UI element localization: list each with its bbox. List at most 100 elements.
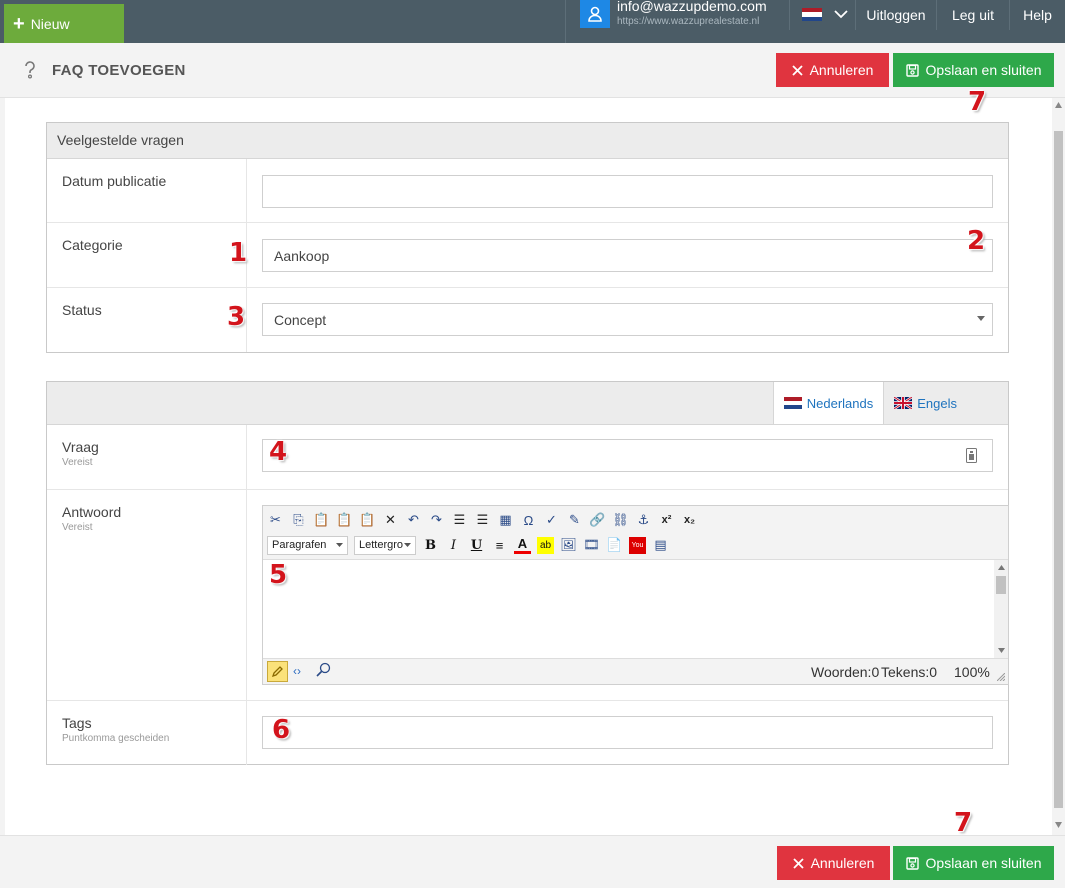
char-count: Tekens:0 xyxy=(881,664,938,680)
user-email: info@wazzupdemo.com xyxy=(617,0,767,14)
save-close-button-top[interactable]: Opslaan en sluiten xyxy=(893,53,1054,87)
font-size-select[interactable]: Lettergro xyxy=(354,535,416,555)
cancel-button-top[interactable]: Annuleren xyxy=(776,53,889,87)
field-info-icon[interactable] xyxy=(966,448,977,463)
chevron-down-icon xyxy=(834,10,848,19)
annotation-marker-6: 6 xyxy=(272,715,291,745)
category-label-cell: Categorie xyxy=(47,223,247,287)
find-replace-icon[interactable]: ✎ xyxy=(566,512,583,529)
editor-scrollbar-thumb[interactable] xyxy=(996,576,1006,594)
paste-text-icon[interactable]: 📋 xyxy=(336,512,353,529)
paste-word-icon[interactable]: 📋 xyxy=(359,512,376,529)
save-close-label: Opslaan en sluiten xyxy=(925,855,1042,871)
user-menu[interactable]: info@wazzupdemo.com https://www.wazzupre… xyxy=(565,0,789,43)
dropdown-arrow-icon xyxy=(404,543,411,547)
status-selected-value: Concept xyxy=(274,312,327,328)
annotation-marker-5: 5 xyxy=(269,560,288,590)
help-link[interactable]: Help xyxy=(1009,0,1065,30)
page-header: FAQ TOEVOEGEN Annuleren Opslaan en sluit… xyxy=(0,43,1065,98)
pdf-icon[interactable]: 📄 xyxy=(606,537,623,554)
annotation-marker-3: 3 xyxy=(227,302,246,332)
rich-text-editor: ✂ ⎘ 📋 📋 📋 ✕ ↶ ↷ ☰ ☰ ▦ Ω ✓ ✎ 🔗 ⛓ ⚓ x² x₂ xyxy=(262,505,1009,685)
answer-row: Antwoord Vereist ✂ ⎘ 📋 📋 📋 ✕ ↶ ↷ ☰ ☰ ▦ Ω… xyxy=(47,490,1009,701)
redo-icon[interactable]: ↷ xyxy=(428,512,445,529)
question-row: Vraag Vereist 4 xyxy=(47,425,1008,490)
tab-dutch-label: Nederlands xyxy=(806,395,874,411)
category-field[interactable]: Aankoop xyxy=(262,239,993,272)
tab-english-label: Engels xyxy=(917,395,957,411)
cancel-label: Annuleren xyxy=(809,62,874,78)
answer-editor-area[interactable] xyxy=(263,559,1008,659)
highlight-color-icon[interactable]: ab xyxy=(537,536,554,554)
template-icon[interactable]: ▤ xyxy=(652,537,669,554)
table-icon[interactable]: ▦ xyxy=(497,512,514,529)
status-row: Status Concept 3 xyxy=(47,288,1008,352)
superscript-icon[interactable]: x² xyxy=(658,512,675,529)
zoom-icon[interactable] xyxy=(316,662,331,680)
help-label: Help xyxy=(1023,7,1052,23)
annotation-marker-7-top: 7 xyxy=(968,87,987,117)
status-select[interactable]: Concept xyxy=(262,303,993,336)
subscript-icon[interactable]: x₂ xyxy=(681,512,698,529)
cut-icon[interactable]: ✂ xyxy=(267,512,284,529)
category-label: Categorie xyxy=(62,237,123,253)
close-icon xyxy=(791,64,803,76)
cancel-label: Annuleren xyxy=(810,855,875,871)
annotation-marker-1: 1 xyxy=(229,238,248,268)
resize-handle-icon[interactable] xyxy=(997,673,1005,681)
remove-format-icon[interactable]: ✕ xyxy=(382,512,399,529)
link-icon[interactable]: 🔗 xyxy=(589,512,606,529)
format-select[interactable]: Paragrafen xyxy=(267,535,348,555)
tags-input[interactable] xyxy=(262,716,993,749)
video-icon[interactable]: 🎞 xyxy=(583,537,600,554)
text-color-icon[interactable]: A xyxy=(514,536,531,554)
page-scrollbar[interactable] xyxy=(1052,98,1065,835)
explain-link[interactable]: Leg uit xyxy=(936,0,1009,30)
anchor-icon[interactable]: ⚓ xyxy=(635,512,652,529)
language-selector[interactable] xyxy=(789,0,855,30)
publication-date-label: Datum publicatie xyxy=(62,173,167,189)
save-close-label: Opslaan en sluiten xyxy=(925,62,1042,78)
unlink-icon[interactable]: ⛓ xyxy=(612,512,629,529)
publication-date-label-cell: Datum publicatie xyxy=(47,159,247,222)
publication-date-input[interactable] xyxy=(262,175,993,208)
top-bar: + Nieuw info@wazzupdemo.com https://www.… xyxy=(0,0,1065,43)
uk-flag-icon xyxy=(894,397,913,409)
wysiwyg-mode-icon[interactable] xyxy=(267,661,288,682)
close-icon xyxy=(792,857,804,869)
tags-hint: Puntkomma gescheiden xyxy=(62,733,170,744)
dropdown-arrow-icon xyxy=(977,316,985,321)
editor-scrollbar[interactable] xyxy=(994,560,1008,658)
new-button[interactable]: + Nieuw xyxy=(4,4,124,43)
bold-icon[interactable]: B xyxy=(422,537,439,554)
spellcheck-icon[interactable]: ✓ xyxy=(543,512,560,529)
question-input[interactable] xyxy=(262,439,993,472)
italic-icon[interactable]: I xyxy=(445,537,462,554)
editor-zoom-level: 100% xyxy=(954,664,990,680)
youtube-icon[interactable]: You xyxy=(629,536,646,554)
paste-icon[interactable]: 📋 xyxy=(313,512,330,529)
logout-link[interactable]: Uitloggen xyxy=(855,0,936,30)
tags-row: Tags Puntkomma gescheiden 6 xyxy=(47,701,1008,765)
question-label: Vraag xyxy=(62,439,99,455)
new-button-label: Nieuw xyxy=(30,15,70,32)
tab-english[interactable]: Engels xyxy=(883,382,967,424)
tab-dutch[interactable]: Nederlands xyxy=(772,382,884,424)
logout-label: Uitloggen xyxy=(866,7,926,23)
align-icon[interactable]: ≡ xyxy=(491,537,508,554)
copy-icon[interactable]: ⎘ xyxy=(290,512,307,529)
plus-icon: + xyxy=(13,12,25,35)
bullet-list-icon[interactable]: ☰ xyxy=(474,512,491,529)
underline-icon[interactable]: U xyxy=(468,537,485,554)
page-scrollbar-thumb[interactable] xyxy=(1054,131,1063,808)
numbered-list-icon[interactable]: ☰ xyxy=(451,512,468,529)
annotation-marker-7-bottom: 7 xyxy=(954,808,973,838)
undo-icon[interactable]: ↶ xyxy=(405,512,422,529)
cancel-button-bottom[interactable]: Annuleren xyxy=(777,846,890,880)
special-char-icon[interactable]: Ω xyxy=(520,512,537,529)
answer-label: Antwoord xyxy=(62,504,122,520)
publication-date-row: Datum publicatie xyxy=(47,159,1008,223)
save-close-button-bottom[interactable]: Opslaan en sluiten xyxy=(893,846,1054,880)
source-code-icon[interactable]: ‹› xyxy=(293,664,301,678)
image-icon[interactable]: 🖼 xyxy=(560,537,577,554)
